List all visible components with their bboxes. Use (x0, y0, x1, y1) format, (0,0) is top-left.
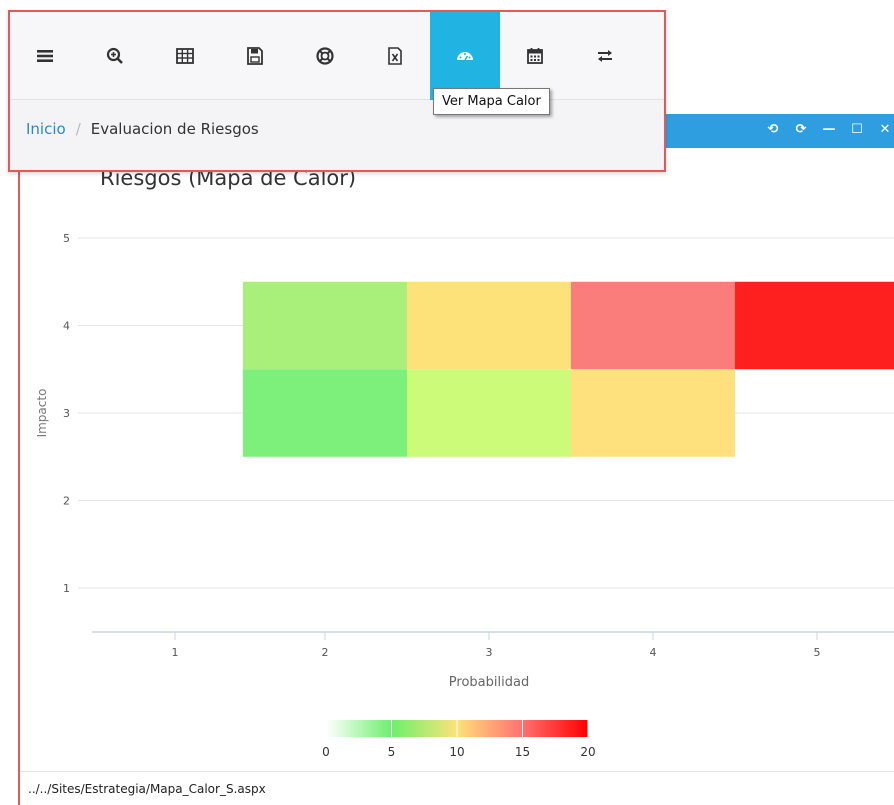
x-tick-label: 1 (172, 646, 179, 659)
export-excel-button[interactable] (360, 12, 430, 100)
x-tick-label: 2 (322, 646, 329, 659)
table-button[interactable] (150, 12, 220, 100)
color-scale-label: 20 (580, 745, 595, 759)
x-tick-label: 5 (814, 646, 821, 659)
pin-icon[interactable]: ⟲ (766, 122, 780, 137)
heatmap-chart: 1 2 3 4 5 1 2 3 4 5 Probabilidad Impacto 0 5 10 15 20 (35, 232, 894, 759)
y-tick-label: 5 (63, 232, 70, 245)
y-tick-label: 4 (63, 320, 70, 333)
menu-button[interactable] (10, 12, 80, 100)
save-button[interactable] (220, 12, 290, 100)
heatmap-cell (571, 281, 735, 370)
zoom-search-icon (106, 47, 123, 64)
close-icon[interactable]: ✕ (878, 122, 892, 137)
x-axis-label: Probabilidad (449, 675, 529, 690)
save-icon (247, 47, 263, 65)
help-button[interactable] (290, 12, 360, 100)
color-scale-label: 0 (322, 745, 330, 759)
window-controls: ⟲ ⟳ — ☐ ✕ (766, 122, 892, 137)
status-url: ../../Sites/Estrategia/Mapa_Calor_S.aspx (28, 782, 266, 796)
tooltip: Ver Mapa Calor (433, 88, 550, 115)
zoom-button[interactable] (80, 12, 150, 100)
breadcrumb-current: Evaluacion de Riesgos (90, 120, 259, 138)
breadcrumb-home-link[interactable]: Inicio (26, 120, 66, 138)
lifebuoy-icon (316, 47, 334, 65)
x-tick-label: 4 (650, 646, 657, 659)
breadcrumb-separator: / (75, 120, 81, 138)
x-tick-label: 3 (486, 646, 493, 659)
color-scale-label: 5 (388, 745, 396, 759)
y-tick-label: 1 (63, 582, 70, 595)
swap-arrows-icon (598, 50, 612, 62)
heatmap-window: ⟲ ⟳ — ☐ ✕ Riesgos (Mapa de Calor) 123451… (18, 114, 894, 805)
calendar-icon (527, 48, 543, 64)
heatmap-cell (571, 369, 735, 457)
heatmap-cell (735, 281, 894, 370)
refresh-icon[interactable]: ⟳ (794, 122, 808, 137)
calendar-button[interactable] (500, 12, 570, 100)
dashboard-gauge-icon (457, 52, 473, 61)
color-scale-label: 15 (515, 745, 530, 759)
table-icon (176, 48, 194, 64)
status-bar: ../../Sites/Estrategia/Mapa_Calor_S.aspx (20, 771, 894, 805)
heatmap-cell (243, 369, 407, 457)
excel-icon (388, 47, 402, 65)
minimize-icon[interactable]: — (822, 122, 836, 137)
heatmap-cell (243, 281, 407, 370)
breadcrumb: Inicio / Evaluacion de Riesgos (26, 120, 259, 138)
heatmap-cell (407, 369, 571, 457)
y-axis-label: Impacto (35, 389, 49, 438)
y-tick-label: 2 (63, 495, 70, 508)
color-scale-label: 10 (449, 745, 464, 759)
toolbar-panel: Inicio / Evaluacion de Riesgos (8, 10, 666, 172)
toolbar (10, 12, 664, 100)
chart-area: Riesgos (Mapa de Calor) 1 2 3 4 5 1 2 3 4 5 Probab… (20, 148, 894, 768)
heatmap-button[interactable] (430, 12, 500, 100)
y-tick-label: 3 (63, 407, 70, 420)
heatmap-cell (407, 281, 571, 370)
menu-icon (37, 50, 53, 62)
maximize-icon[interactable]: ☐ (850, 122, 864, 137)
swap-button[interactable] (570, 12, 640, 100)
